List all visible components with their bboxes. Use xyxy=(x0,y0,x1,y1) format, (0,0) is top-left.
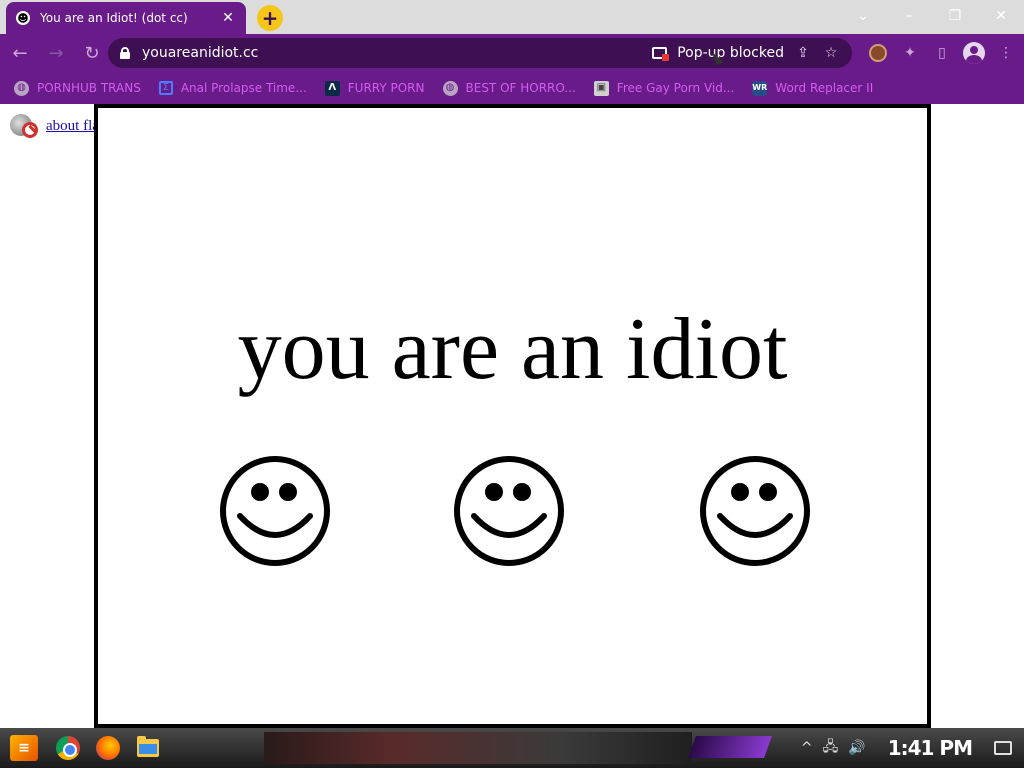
globe-icon: ◍ xyxy=(14,80,29,96)
browser-toolbar: ← → ↻ youareanidiot.cc Pop-up blocked ⇪ … xyxy=(0,34,1024,72)
chrome-icon xyxy=(56,736,80,760)
system-tray: ^ 🖧 🔊 1:41 PM xyxy=(801,728,1024,768)
back-button[interactable]: ← xyxy=(4,37,36,69)
star-icon[interactable]: ☆ xyxy=(822,45,840,61)
chrome-taskbar-button[interactable] xyxy=(48,728,88,768)
profile-icon[interactable] xyxy=(962,41,986,65)
reload-button[interactable]: ↻ xyxy=(76,37,108,69)
toolbar-actions: ✦ ▯ ⋮ xyxy=(866,34,1018,72)
restore-button[interactable]: ❐ xyxy=(932,0,978,32)
taskbar-accent xyxy=(687,736,773,758)
bookmark-label: FURRY PORN xyxy=(347,81,425,95)
page-content: about flash you are an idiot xyxy=(0,104,1024,728)
lock-icon[interactable] xyxy=(120,47,130,59)
close-icon[interactable]: ✕ xyxy=(220,10,236,26)
minimize-button[interactable]: – xyxy=(886,0,932,32)
bookmark-item[interactable]: WR Word Replacer II xyxy=(752,80,874,96)
address-bar[interactable]: youareanidiot.cc Pop-up blocked ⇪ ☆ xyxy=(108,38,852,68)
popup-blocked-text: Pop-up blocked xyxy=(677,45,784,61)
forward-button[interactable]: → xyxy=(40,37,72,69)
tab-strip: ☻ You are an Idiot! (dot cc) ✕ + ⌄ – ❐ ✕ xyxy=(0,0,1024,34)
bookmark-label: BEST OF HORRO... xyxy=(465,81,576,95)
bookmark-label: PORNHUB TRANS xyxy=(37,81,141,95)
smiley-face-icon xyxy=(220,456,330,566)
share-icon[interactable]: ⇪ xyxy=(794,45,812,61)
bookmark-item[interactable]: ◍ BEST OF HORRO... xyxy=(442,80,576,96)
folder-icon xyxy=(137,736,159,757)
bookmark-item[interactable]: Σ Anal Prolapse Time... xyxy=(158,81,307,95)
popup-blocked-indicator[interactable]: Pop-up blocked ⇪ ☆ xyxy=(652,38,840,68)
bookmarks-bar: ◍ PORNHUB TRANS Σ Anal Prolapse Time... … xyxy=(0,72,1024,104)
bookmark-item[interactable]: ▣ Free Gay Porn Vid... xyxy=(593,80,735,96)
bookmark-label: Anal Prolapse Time... xyxy=(180,81,307,95)
start-button[interactable]: ≡ xyxy=(0,728,48,768)
cube-icon: ▣ xyxy=(593,80,609,96)
smiley-face-icon xyxy=(454,456,564,566)
file-explorer-taskbar-button[interactable] xyxy=(128,728,168,768)
firefox-taskbar-button[interactable] xyxy=(88,728,128,768)
taskbar-wallpaper-strip xyxy=(264,732,692,764)
new-tab-button[interactable]: + xyxy=(257,5,283,31)
volume-icon[interactable]: 🔊 xyxy=(848,740,865,756)
notification-icon[interactable] xyxy=(994,741,1012,755)
wr-icon: WR xyxy=(752,80,768,96)
tab-title: You are an Idiot! (dot cc) xyxy=(40,11,188,25)
bookmark-label: Free Gay Porn Vid... xyxy=(616,81,735,95)
url-text[interactable]: youareanidiot.cc xyxy=(142,45,258,61)
network-icon[interactable]: 🖧 xyxy=(823,736,839,760)
window-controls: ⌄ – ❐ ✕ xyxy=(840,0,1024,32)
menu-icon[interactable]: ⋮ xyxy=(994,41,1018,65)
tab-active[interactable]: ☻ You are an Idiot! (dot cc) ✕ xyxy=(6,2,246,34)
smiley-face-icon xyxy=(700,456,810,566)
headline: you are an idiot xyxy=(237,301,788,398)
window-close-button[interactable]: ✕ xyxy=(978,0,1024,32)
muted-speaker-icon xyxy=(8,110,40,142)
bookmark-item[interactable]: ◍ PORNHUB TRANS xyxy=(14,80,141,96)
globe-icon: ◍ xyxy=(442,80,458,96)
bookmark-label: Word Replacer II xyxy=(775,81,874,95)
puzzle-icon[interactable]: ✦ xyxy=(898,41,922,65)
firefox-icon xyxy=(96,736,120,760)
sigma-icon: Σ xyxy=(158,81,173,95)
start-logo-icon: ≡ xyxy=(10,735,38,761)
extension-avatar-icon[interactable] xyxy=(866,41,890,65)
clock[interactable]: 1:41 PM xyxy=(888,736,973,760)
taskbar: ≡ ^ 🖧 🔊 1:41 PM xyxy=(0,728,1024,768)
smiley-icon: ☻ xyxy=(16,11,30,25)
tray-chevron-icon[interactable]: ^ xyxy=(801,740,813,756)
side-panel-icon[interactable]: ▯ xyxy=(930,41,954,65)
tab-search-icon[interactable]: ⌄ xyxy=(840,0,886,32)
bookmark-item[interactable]: Λ FURRY PORN xyxy=(324,80,425,96)
flash-frame: you are an idiot xyxy=(94,104,931,728)
lambda-icon: Λ xyxy=(324,80,340,96)
popup-blocked-icon xyxy=(652,47,670,61)
